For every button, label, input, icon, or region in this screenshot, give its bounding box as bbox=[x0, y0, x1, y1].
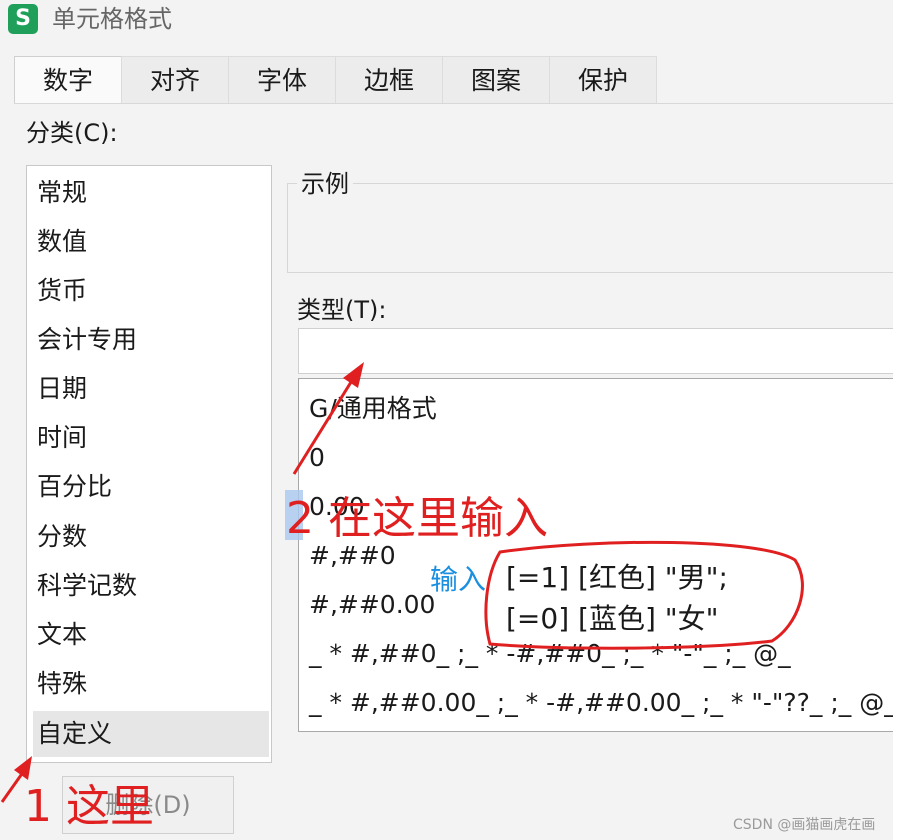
category-item-fraction[interactable]: 分数 bbox=[33, 514, 269, 560]
category-item-accounting[interactable]: 会计专用 bbox=[33, 317, 269, 363]
annotation-step2: 2 在这里输入 bbox=[286, 493, 548, 544]
format-item[interactable]: _ * #,##0_ ;_ * -#,##0_ ;_ * "-"_ ;_ @_ bbox=[309, 636, 791, 672]
tab-pattern[interactable]: 图案 bbox=[442, 56, 550, 104]
format-item[interactable]: 0 bbox=[309, 440, 325, 476]
annotation-input-hint: 输入 bbox=[430, 563, 487, 596]
app-logo-icon: S bbox=[8, 4, 38, 34]
format-list[interactable]: G/通用格式 0 0.00 #,##0 #,##0.00 _ * #,##0_ … bbox=[298, 378, 897, 732]
category-item-time[interactable]: 时间 bbox=[33, 415, 269, 461]
window-edge bbox=[893, 0, 907, 840]
category-item-general[interactable]: 常规 bbox=[33, 170, 269, 216]
category-item-percentage[interactable]: 百分比 bbox=[33, 464, 269, 510]
tab-protection[interactable]: 保护 bbox=[549, 56, 657, 104]
tab-divider bbox=[14, 103, 893, 104]
category-item-currency[interactable]: 货币 bbox=[33, 268, 269, 314]
watermark: CSDN @画猫画虎在画 bbox=[733, 817, 876, 833]
format-item[interactable]: #,##0.00 bbox=[309, 587, 435, 623]
tab-border[interactable]: 边框 bbox=[335, 56, 443, 104]
annotation-step1: 1 这里 bbox=[24, 781, 154, 832]
type-label: 类型(T): bbox=[297, 296, 387, 324]
format-item[interactable]: G/通用格式 bbox=[309, 391, 437, 427]
tab-alignment[interactable]: 对齐 bbox=[121, 56, 229, 104]
title-bar: S 单元格格式 bbox=[0, 0, 907, 40]
sample-label: 示例 bbox=[297, 168, 353, 200]
format-item[interactable]: _ * #,##0.00_ ;_ * -#,##0.00_ ;_ * "-"??… bbox=[309, 685, 897, 721]
category-item-text[interactable]: 文本 bbox=[33, 612, 269, 658]
sample-box bbox=[287, 183, 893, 273]
tab-number[interactable]: 数字 bbox=[14, 56, 122, 104]
category-list[interactable]: 常规 数值 货币 会计专用 日期 时间 百分比 分数 科学记数 文本 特殊 自定… bbox=[26, 165, 272, 763]
category-item-scientific[interactable]: 科学记数 bbox=[33, 563, 269, 609]
category-item-custom[interactable]: 自定义 bbox=[33, 711, 269, 757]
dialog-title: 单元格格式 bbox=[52, 5, 172, 33]
tab-bar: 数字 对齐 字体 边框 图案 保护 bbox=[14, 56, 657, 104]
type-input[interactable] bbox=[298, 328, 893, 374]
arrow-step1-line bbox=[0, 767, 28, 803]
category-item-date[interactable]: 日期 bbox=[33, 366, 269, 412]
category-item-number[interactable]: 数值 bbox=[33, 219, 269, 265]
annotation-code-line2: [=0] [蓝色] "女" bbox=[506, 602, 719, 635]
tab-font[interactable]: 字体 bbox=[228, 56, 336, 104]
category-label: 分类(C): bbox=[26, 119, 118, 147]
category-item-special[interactable]: 特殊 bbox=[33, 661, 269, 707]
annotation-code-line1: [=1] [红色] "男"; bbox=[506, 561, 728, 594]
